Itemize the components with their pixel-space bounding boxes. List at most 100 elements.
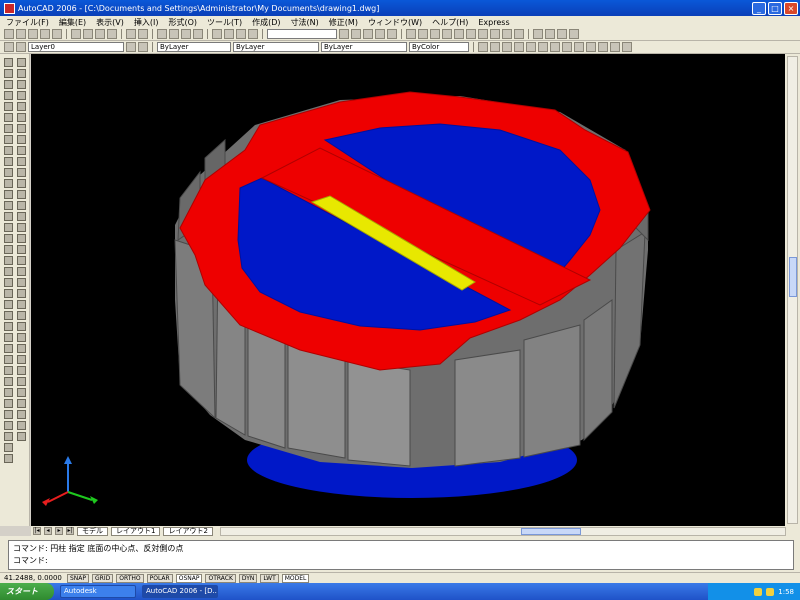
section-icon[interactable] — [4, 366, 13, 375]
solid-edit-icon[interactable] — [4, 443, 13, 452]
horizontal-scrollbar[interactable] — [219, 526, 786, 536]
tab-model[interactable]: モデル — [77, 526, 108, 536]
menu-dimension[interactable]: 寸法(N) — [291, 17, 319, 28]
command-line[interactable]: コマンド: 円柱 指定 底面の中心点、反対側の点 コマンド: — [8, 540, 794, 570]
preview-icon[interactable] — [52, 29, 62, 39]
trim-icon[interactable] — [17, 157, 26, 166]
menu-file[interactable]: ファイル(F) — [6, 17, 49, 28]
array-icon[interactable] — [17, 102, 26, 111]
dim-diameter-icon[interactable] — [17, 311, 26, 320]
point-icon[interactable] — [4, 201, 13, 210]
start-button[interactable]: スタート — [0, 583, 54, 600]
horizontal-scroll-thumb[interactable] — [520, 527, 581, 535]
copy-object-icon[interactable] — [17, 69, 26, 78]
view-se-iso-icon[interactable] — [490, 29, 500, 39]
view-nw-iso-icon[interactable] — [514, 29, 524, 39]
gradient-icon[interactable] — [4, 223, 13, 232]
lwt-toggle[interactable]: LWT — [260, 573, 279, 583]
dim-baseline-icon[interactable] — [17, 344, 26, 353]
extend-icon[interactable] — [17, 168, 26, 177]
tolerance-icon[interactable] — [17, 377, 26, 386]
dim-ordinate-icon[interactable] — [17, 278, 26, 287]
subtract-icon[interactable] — [557, 29, 567, 39]
cone-icon[interactable] — [4, 300, 13, 309]
menu-view[interactable]: 表示(V) — [96, 17, 124, 28]
menu-express[interactable]: Express — [478, 18, 509, 27]
delta-icon[interactable] — [4, 432, 13, 441]
close-button[interactable]: × — [784, 1, 798, 15]
erase-icon[interactable] — [17, 58, 26, 67]
menu-modify[interactable]: 修正(M) — [329, 17, 358, 28]
tray-volume-icon[interactable] — [766, 587, 775, 596]
paste-icon[interactable] — [95, 29, 105, 39]
otrack-toggle[interactable]: OTRACK — [205, 573, 236, 583]
arc-icon[interactable] — [4, 113, 13, 122]
ucs-x-icon[interactable] — [586, 42, 596, 52]
polygon-icon[interactable] — [4, 91, 13, 100]
dim-update-icon[interactable] — [17, 421, 26, 430]
dim-arc-icon[interactable] — [17, 267, 26, 276]
chamfer-icon[interactable] — [17, 212, 26, 221]
menu-window[interactable]: ウィンドウ(W) — [368, 17, 422, 28]
grid-toggle[interactable]: GRID — [92, 573, 114, 583]
zoom-window-icon[interactable] — [181, 29, 191, 39]
rotate-icon[interactable] — [17, 124, 26, 133]
view-sw-iso-icon[interactable] — [478, 29, 488, 39]
color-select[interactable]: ByLayer — [157, 42, 231, 52]
menu-help[interactable]: ヘルプ(H) — [432, 17, 468, 28]
menu-tools[interactable]: ツール(T) — [207, 17, 242, 28]
rectangle-icon[interactable] — [4, 102, 13, 111]
make-object-layer-current-icon[interactable] — [126, 42, 136, 52]
menu-edit[interactable]: 編集(E) — [59, 17, 86, 28]
revision-cloud-icon[interactable] — [4, 135, 13, 144]
intersect-icon[interactable] — [569, 29, 579, 39]
revolve-icon[interactable] — [4, 344, 13, 353]
quick-dim-icon[interactable] — [17, 333, 26, 342]
polyline-icon[interactable] — [4, 80, 13, 89]
zoom-realtime-icon[interactable] — [169, 29, 179, 39]
ucs-apply-icon[interactable] — [622, 42, 632, 52]
ucs-origin-icon[interactable] — [550, 42, 560, 52]
autocad-app-icon[interactable] — [4, 2, 15, 14]
dim-linear-icon[interactable] — [17, 245, 26, 254]
coordinate-readout[interactable]: 41.2488, 0.0000 — [4, 574, 64, 582]
menu-format[interactable]: 形式(O) — [168, 17, 197, 28]
3d-orbit-icon[interactable] — [533, 29, 543, 39]
menu-draw[interactable]: 作成(D) — [252, 17, 280, 28]
layer-state-icon[interactable] — [16, 42, 26, 52]
box-icon[interactable] — [4, 267, 13, 276]
shade-icon[interactable] — [339, 29, 349, 39]
tab-prev-icon[interactable]: ◂ — [44, 527, 52, 535]
shade-gouraud-icon[interactable] — [351, 29, 361, 39]
insert-block-icon[interactable] — [4, 179, 13, 188]
open-icon[interactable] — [16, 29, 26, 39]
zoom-previous-icon[interactable] — [193, 29, 203, 39]
torus-icon[interactable] — [4, 322, 13, 331]
copy-icon[interactable] — [83, 29, 93, 39]
drawing-viewport[interactable] — [31, 54, 785, 526]
stretch-icon[interactable] — [17, 146, 26, 155]
lineweight-select[interactable]: ByLayer — [321, 42, 407, 52]
view-back-icon[interactable] — [466, 29, 476, 39]
linetype-select[interactable]: ByLayer — [233, 42, 319, 52]
ucs-z-icon[interactable] — [610, 42, 620, 52]
break-icon[interactable] — [17, 190, 26, 199]
view-left-icon[interactable] — [430, 29, 440, 39]
tab-layout2[interactable]: レイアウト2 — [163, 526, 213, 536]
save-icon[interactable] — [28, 29, 38, 39]
move-icon[interactable] — [17, 113, 26, 122]
ucs-object-icon[interactable] — [526, 42, 536, 52]
view-right-icon[interactable] — [442, 29, 452, 39]
view-top-icon[interactable] — [406, 29, 416, 39]
ucs-view-icon[interactable] — [538, 42, 548, 52]
ellipse-icon[interactable] — [4, 157, 13, 166]
undo-icon[interactable] — [126, 29, 136, 39]
wireframe-icon[interactable] — [375, 29, 385, 39]
layer-manager-icon[interactable] — [4, 42, 14, 52]
slice-icon[interactable] — [4, 355, 13, 364]
spline-icon[interactable] — [4, 146, 13, 155]
ucs-world-icon[interactable] — [490, 42, 500, 52]
properties-icon[interactable] — [212, 29, 222, 39]
tool-palettes-icon[interactable] — [236, 29, 246, 39]
text-style-combo[interactable] — [267, 29, 337, 39]
